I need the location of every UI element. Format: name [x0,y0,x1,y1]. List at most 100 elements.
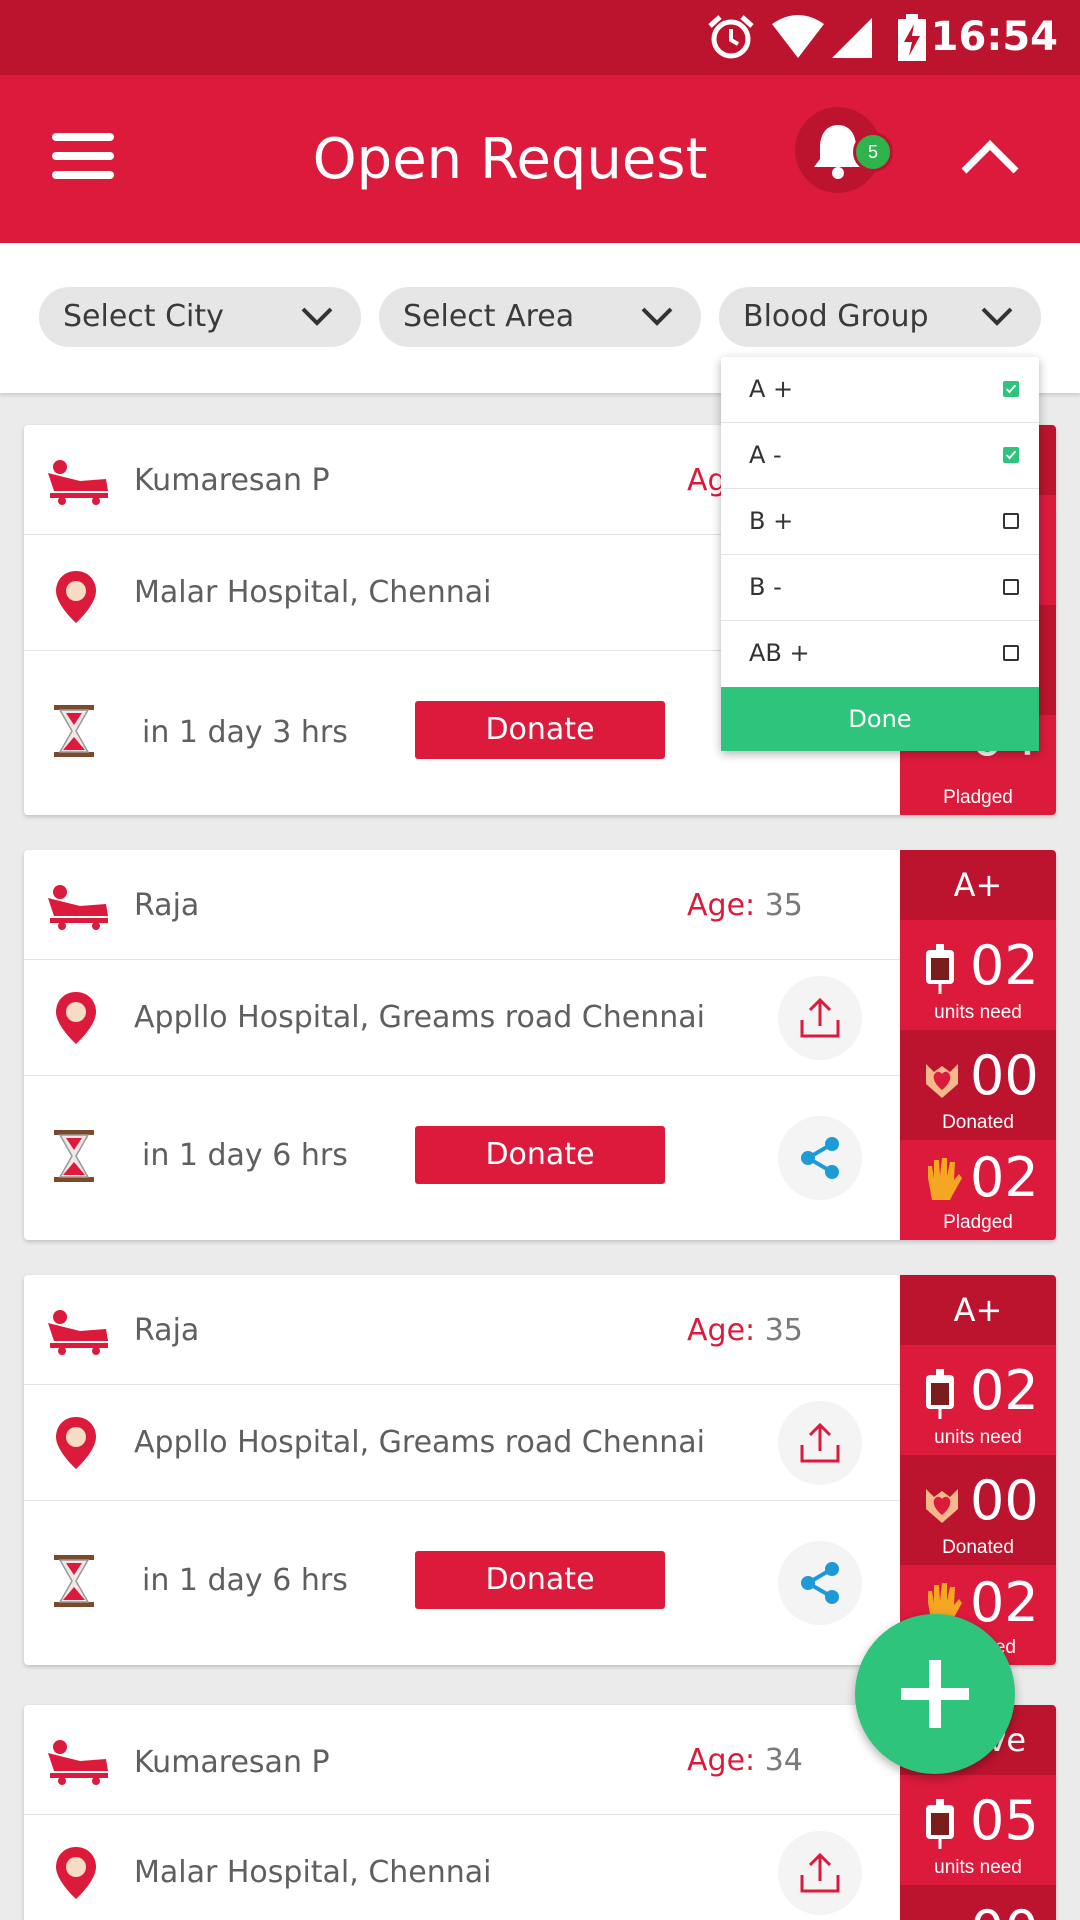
alarm-icon [708,15,754,59]
upload-icon [800,1852,840,1893]
hospital-name: Appllo Hospital, Greams road Chennai [134,1425,705,1460]
raised-hand-icon [928,1158,962,1200]
upload-button[interactable] [778,1401,862,1485]
blood-bag-icon [926,1799,954,1849]
wifi-icon [772,15,824,58]
request-card: Raja Age: 35 Appllo Hospital, Greams roa… [24,850,1056,1240]
patient-bed-icon [48,1310,108,1355]
patient-age: Age: 35 [687,1313,803,1348]
blood-group-option[interactable]: AB + [721,621,1039,687]
checkbox-checked-icon[interactable] [1003,381,1019,397]
checkbox-unchecked-icon[interactable] [1003,645,1019,661]
area-select[interactable]: Select Area [379,287,701,347]
blood-stats-panel: A+ 02 units need 00 Donated 02 ed [900,1275,1056,1665]
blood-bag-icon [926,944,954,994]
units-need-count: 02 [970,934,1039,997]
upload-button[interactable] [778,1831,862,1915]
hospital-name: Malar Hospital, Chennai [134,575,492,610]
pledged-stat: 02 Pladged [900,1140,1056,1240]
donate-button[interactable]: Donate [415,1551,665,1609]
checkbox-unchecked-icon[interactable] [1003,513,1019,529]
pledged-count: 02 [970,1146,1039,1209]
upload-button[interactable] [778,976,862,1060]
units-need-caption: units need [934,1002,1022,1023]
donated-caption: Donated [942,1112,1014,1133]
blood-stats-panel: A+ 02 units need 00 Donated 02 Pladged [900,850,1056,1240]
blood-group-option[interactable]: B - [721,555,1039,621]
donate-button[interactable]: Donate [415,1126,665,1184]
blood-group-select-label: Blood Group [743,299,929,334]
location-pin-icon [56,571,96,623]
share-button[interactable] [778,1541,862,1625]
notification-badge: 5 [853,132,893,172]
units-need-stat: 02 units need [900,1345,1056,1455]
time-left: in 1 day 6 hrs [142,1138,348,1173]
chevron-up-icon[interactable] [958,137,1022,177]
signal-icon [832,18,872,58]
donated-stat: 00 [900,1885,1056,1920]
donated-stat: 00 Donated [900,1455,1056,1565]
blood-group-option[interactable]: A - [721,423,1039,489]
units-need-caption: units need [934,1427,1022,1448]
blood-group-dropdown: A + A - B + B - AB + Done [721,357,1039,751]
hospital-name: Malar Hospital, Chennai [134,1855,492,1890]
checkbox-checked-icon[interactable] [1003,447,1019,463]
units-need-caption: units need [934,1857,1022,1878]
hourglass-icon [54,705,94,757]
blood-group-select[interactable]: Blood Group [719,287,1041,347]
location-pin-icon [56,1847,96,1899]
battery-charging-icon [898,14,926,61]
done-button[interactable]: Done [721,687,1039,751]
hourglass-icon [54,1555,94,1607]
time-left: in 1 day 3 hrs [142,715,348,750]
donate-button[interactable]: Donate [415,701,665,759]
donated-stat: 00 Donated [900,1030,1056,1140]
request-card: Raja Age: 35 Appllo Hospital, Greams roa… [24,1275,1056,1665]
donated-count: 00 [970,1469,1039,1532]
area-select-label: Select Area [403,299,575,334]
share-icon [801,1137,839,1179]
location-pin-icon [56,992,96,1044]
patient-bed-icon [48,460,108,505]
pledged-caption: Pladged [943,787,1013,808]
donated-count: 00 [970,1044,1039,1107]
location-pin-icon [56,1417,96,1469]
units-need-count: 02 [970,1359,1039,1422]
chevron-down-icon [981,307,1013,326]
share-button[interactable] [778,1116,862,1200]
units-need-stat: 02 units need [900,920,1056,1030]
city-select[interactable]: Select City [39,287,361,347]
patient-name: Raja [134,1313,200,1348]
city-select-label: Select City [63,299,224,334]
plus-icon [901,1660,969,1728]
share-icon [801,1562,839,1604]
blood-group-option[interactable]: B + [721,489,1039,555]
upload-icon [800,997,840,1038]
blood-group-label: A+ [900,1275,1056,1345]
chevron-down-icon [641,307,673,326]
hospital-name: Appllo Hospital, Greams road Chennai [134,1000,705,1035]
blood-group-label: A+ [900,850,1056,920]
donated-caption: Donated [942,1537,1014,1558]
status-time: 16:54 [930,14,1058,60]
time-left: in 1 day 6 hrs [142,1563,348,1598]
add-request-button[interactable] [855,1614,1015,1774]
patient-age: Age: 34 [687,1743,803,1778]
checkbox-unchecked-icon[interactable] [1003,579,1019,595]
patient-name: Raja [134,888,200,923]
heart-hands-icon [926,1489,958,1523]
patient-name: Kumaresan P [134,1745,330,1780]
chevron-down-icon [301,307,333,326]
patient-bed-icon [48,1740,108,1785]
status-bar: 16:54 [0,0,1080,75]
donated-count: 00 [970,1899,1039,1920]
hourglass-icon [54,1130,94,1182]
patient-bed-icon [48,885,108,930]
units-need-count: 05 [970,1789,1039,1852]
blood-bag-icon [926,1369,954,1419]
app-bar: Open Request 5 [0,75,1080,243]
blood-group-option[interactable]: A + [721,357,1039,423]
units-need-stat: 05 units need [900,1775,1056,1885]
pledged-caption: Pladged [943,1212,1013,1233]
patient-age: Age: 35 [687,888,803,923]
